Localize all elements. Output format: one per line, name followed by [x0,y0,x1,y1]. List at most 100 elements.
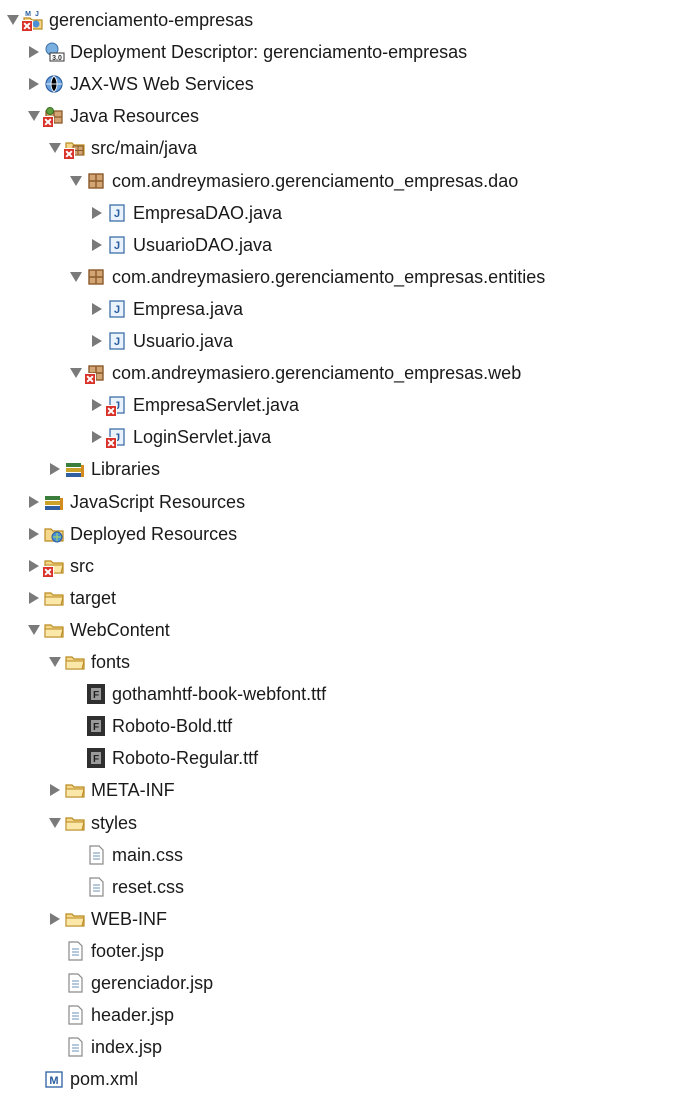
tree-item-label: styles [91,812,138,833]
expand-arrow-icon[interactable] [48,462,62,476]
tree-item[interactable]: com.andreymasiero.gerenciamento_empresas… [69,358,521,388]
font-file-icon: F [85,683,107,705]
tree-item[interactable]: F Roboto-Regular.ttf [69,743,258,773]
tree-item-label: UsuarioDAO.java [133,234,273,255]
error-marker-icon [21,20,33,32]
svg-text:M: M [49,1075,58,1087]
tree-item-label: LoginServlet.java [133,427,272,448]
tree-item[interactable]: F Roboto-Bold.ttf [69,711,232,741]
collapse-arrow-icon[interactable] [48,655,62,669]
expand-arrow-icon[interactable] [48,912,62,926]
error-marker-icon [84,373,96,386]
folder-icon [43,587,65,609]
error-marker-icon [42,116,54,129]
package-icon [85,170,107,192]
folder-icon [64,908,86,930]
tree-item[interactable]: src [27,551,94,581]
collapse-arrow-icon[interactable] [27,623,41,637]
maven-pom-icon: M [43,1068,65,1090]
tree-item[interactable]: gerenciador.jsp [48,968,213,998]
folder-icon [64,651,86,673]
tree-item[interactable]: J EmpresaDAO.java [90,198,282,228]
tree-item-label: reset.css [112,876,185,897]
tree-item-label: WebContent [70,619,170,640]
folder-icon [42,555,65,578]
tree-item[interactable]: J EmpresaServlet.java [90,390,299,420]
deployed-resources-icon [43,523,65,545]
expand-arrow-icon[interactable] [90,334,104,348]
tree-item-label: header.jsp [91,1005,175,1026]
tree-item[interactable]: com.andreymasiero.gerenciamento_empresas… [69,166,518,196]
tree-item-label: Java Resources [70,106,200,127]
tree-item[interactable]: footer.jsp [48,936,164,966]
font-file-icon: F [85,747,107,769]
tree-item[interactable]: META-INF [48,775,175,805]
expand-arrow-icon[interactable] [90,206,104,220]
tree-item[interactable]: WebContent [27,615,170,645]
font-file-icon: F [85,715,107,737]
project-explorer-tree: M Jgerenciamento-empresas 3.0 Deployment De… [0,0,689,1090]
expand-arrow-icon[interactable] [27,77,41,91]
tree-item-label: Deployment Descriptor: gerenciamento-emp… [70,42,468,63]
expand-arrow-icon[interactable] [90,430,104,444]
svg-text:3.0: 3.0 [52,55,62,62]
tree-item[interactable]: styles [48,808,137,838]
tree-item[interactable]: J Empresa.java [90,294,243,324]
tree-item[interactable]: reset.css [69,872,184,902]
collapse-arrow-icon[interactable] [48,816,62,830]
error-marker-icon [105,437,117,450]
tree-item[interactable]: Java Resources [27,101,199,131]
expand-arrow-icon[interactable] [90,398,104,412]
expand-arrow-icon[interactable] [27,45,41,59]
svg-text:F: F [93,722,99,733]
web-services-icon [43,73,65,95]
tree-item[interactable]: J LoginServlet.java [90,422,271,452]
expand-arrow-icon[interactable] [48,783,62,797]
tree-item[interactable]: WEB-INF [48,904,167,934]
expand-arrow-icon[interactable] [90,238,104,252]
tree-item[interactable]: index.jsp [48,1032,162,1062]
tree-item[interactable]: src/main/java [48,133,197,163]
collapse-arrow-icon[interactable] [69,270,83,284]
tree-item[interactable]: fonts [48,647,130,677]
tree-item[interactable]: main.css [69,840,183,870]
tree-item[interactable]: com.andreymasiero.gerenciamento_empresas… [69,262,545,292]
svg-text:J: J [35,11,39,18]
tree-item-label: EmpresaServlet.java [133,395,300,416]
tree-item-label: com.andreymasiero.gerenciamento_empresas… [112,363,522,384]
tree-item[interactable]: target [27,583,116,613]
tree-item[interactable]: JAX-WS Web Services [27,69,254,99]
error-marker-icon [105,405,117,418]
collapse-arrow-icon[interactable] [27,109,41,123]
expand-arrow-icon[interactable] [27,591,41,605]
tree-item-label: JAX-WS Web Services [70,74,254,95]
expand-arrow-icon[interactable] [27,559,41,573]
tree-item[interactable]: J Usuario.java [90,326,233,356]
expand-arrow-icon[interactable] [27,495,41,509]
tree-item[interactable]: M Jgerenciamento-empresas [6,5,253,35]
tree-item-label: Deployed Resources [70,523,238,544]
tree-item[interactable]: 3.0 Deployment Descriptor: gerenciamento-… [27,37,467,67]
collapse-arrow-icon[interactable] [69,174,83,188]
expand-arrow-icon[interactable] [27,527,41,541]
tree-item[interactable]: J UsuarioDAO.java [90,230,272,260]
java-file-icon: J [106,202,128,224]
tree-item[interactable]: header.jsp [48,1000,174,1030]
text-file-icon [85,876,107,898]
collapse-arrow-icon[interactable] [48,141,62,155]
libraries-icon [64,458,86,480]
svg-text:J: J [114,208,120,220]
text-file-icon [64,1004,86,1026]
svg-text:M: M [25,11,31,18]
svg-text:J: J [114,336,120,348]
deployment-descriptor-icon: 3.0 [43,41,65,63]
tree-item[interactable]: JavaScript Resources [27,487,245,517]
expand-arrow-icon[interactable] [90,302,104,316]
collapse-arrow-icon[interactable] [6,13,20,27]
collapse-arrow-icon[interactable] [69,366,83,380]
tree-item[interactable]: Fgothamhtf-book-webfont.ttf [69,679,326,709]
tree-item-label: footer.jsp [91,940,165,961]
tree-item[interactable]: Deployed Resources [27,519,237,549]
tree-item[interactable]: Libraries [48,454,160,484]
svg-text:J: J [114,240,120,252]
